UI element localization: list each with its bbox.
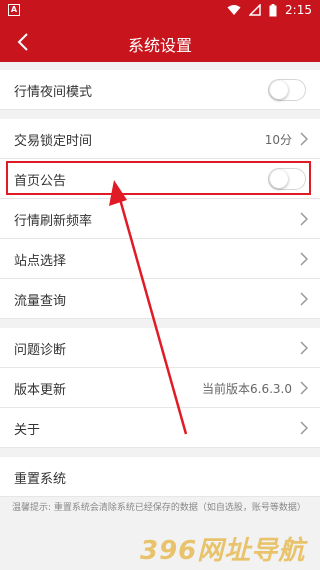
watermark-logo: 396网址导航 [140, 536, 306, 566]
annotation-arrow [109, 180, 188, 435]
